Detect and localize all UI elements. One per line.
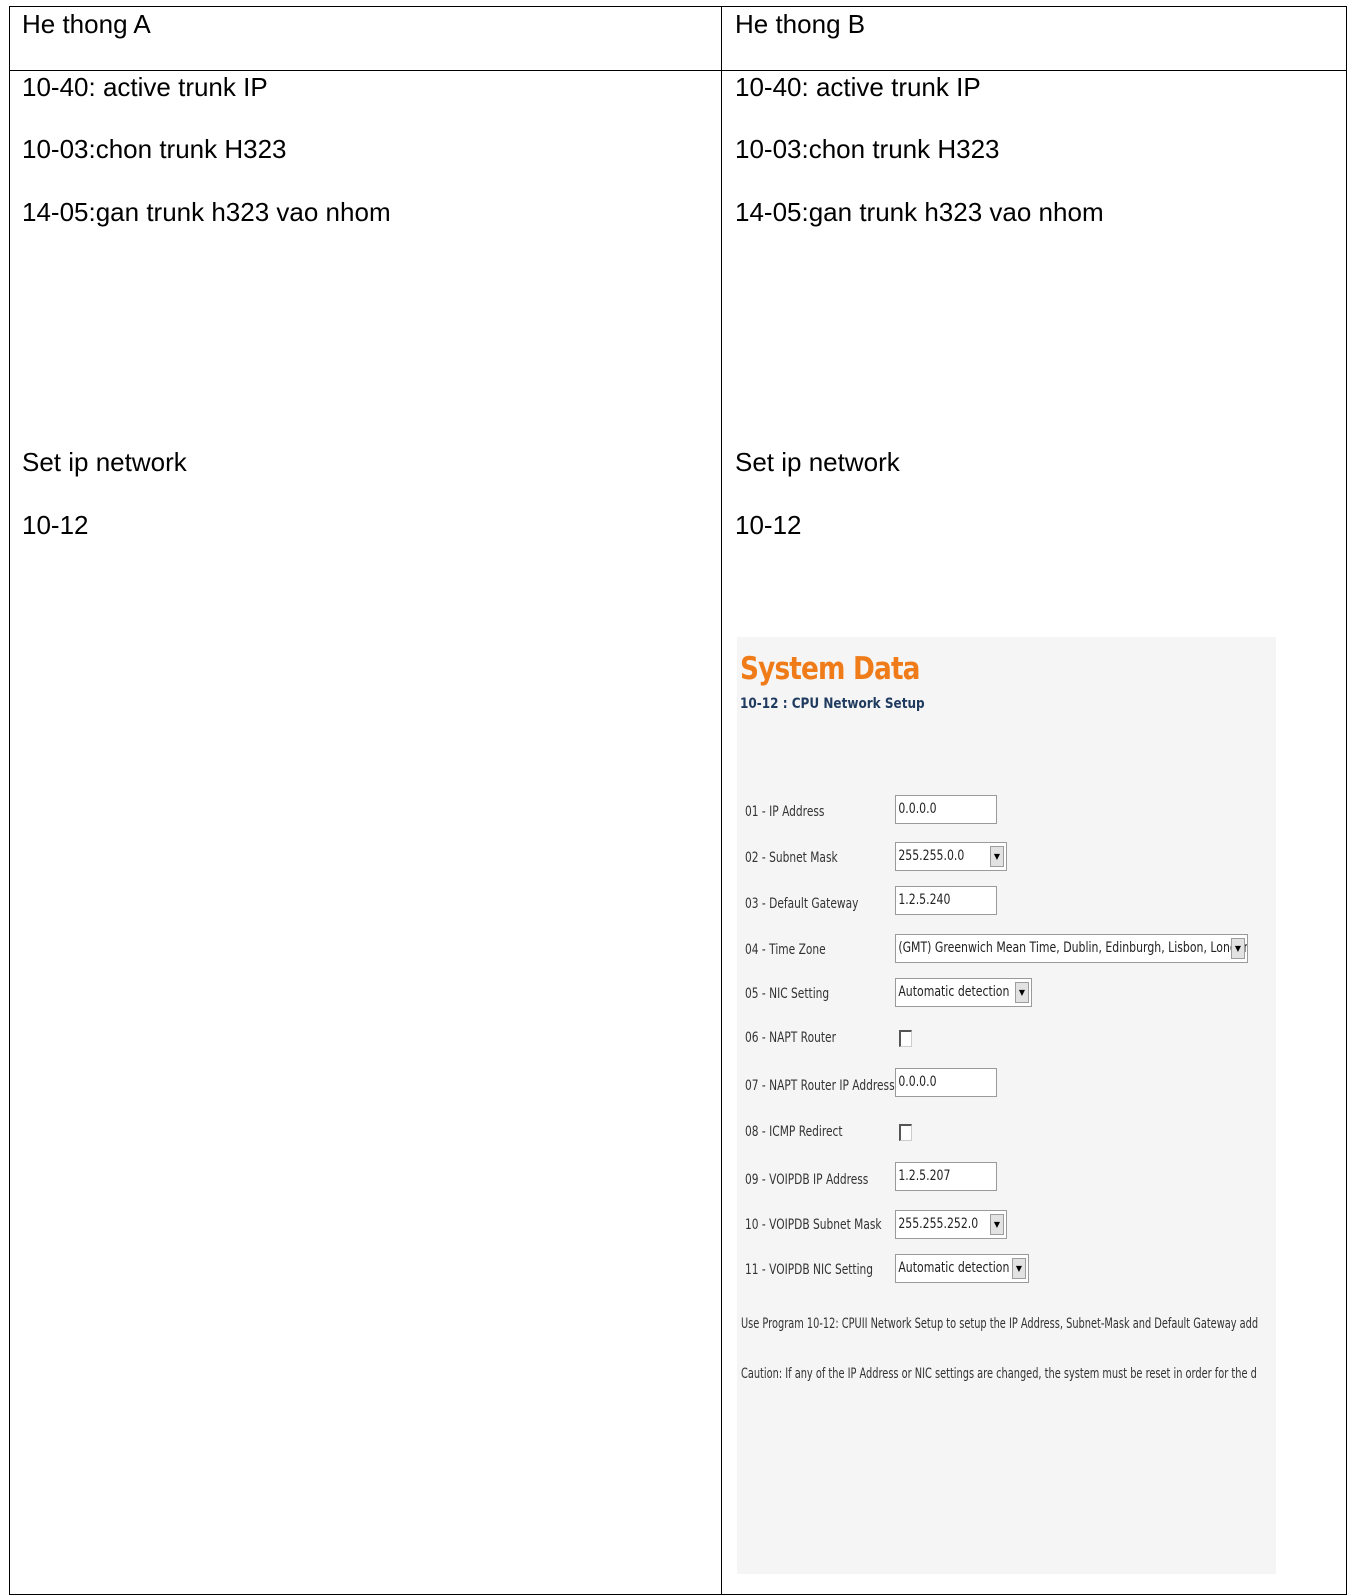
system-data-screenshot: System Data 10-12 : CPU Network Setup 01… bbox=[737, 637, 1276, 1574]
voipdb-ip-input[interactable]: 1.2.5.207 bbox=[895, 1162, 997, 1191]
time-zone-select[interactable]: (GMT) Greenwich Mean Time, Dublin, Edinb… bbox=[895, 934, 1248, 963]
column-b-program-code: 10-12 bbox=[735, 510, 802, 540]
column-b-line-1: 10-40: active trunk IP bbox=[735, 72, 981, 102]
chevron-down-icon: ▼ bbox=[990, 846, 1004, 867]
icmp-redirect-label: 08 - ICMP Redirect bbox=[745, 1124, 843, 1140]
column-a-network-label: Set ip network bbox=[22, 447, 187, 477]
subnet-mask-label: 02 - Subnet Mask bbox=[745, 850, 838, 866]
chevron-down-icon: ▼ bbox=[990, 1214, 1004, 1235]
header-divider bbox=[9, 70, 1347, 71]
column-a-line-3: 14-05:gan trunk h323 vao nhom bbox=[22, 197, 391, 227]
chevron-down-icon: ▼ bbox=[1231, 938, 1245, 959]
column-divider bbox=[721, 6, 722, 1595]
voipdb-subnet-label: 10 - VOIPDB Subnet Mask bbox=[745, 1217, 882, 1233]
nic-setting-select[interactable]: Automatic detection ▼ bbox=[895, 978, 1032, 1007]
column-a-program-code: 10-12 bbox=[22, 510, 89, 540]
nic-setting-label: 05 - NIC Setting bbox=[745, 986, 830, 1002]
setup-note: Use Program 10-12: CPUII Network Setup t… bbox=[741, 1316, 1259, 1332]
ip-address-label: 01 - IP Address bbox=[745, 804, 825, 820]
system-data-subtitle: 10-12 : CPU Network Setup bbox=[740, 696, 925, 712]
ip-address-input[interactable]: 0.0.0.0 bbox=[895, 795, 997, 824]
voipdb-ip-label: 09 - VOIPDB IP Address bbox=[745, 1172, 869, 1188]
time-zone-label: 04 - Time Zone bbox=[745, 942, 826, 958]
voipdb-subnet-select[interactable]: 255.255.252.0 ▼ bbox=[895, 1210, 1007, 1239]
column-b-line-3: 14-05:gan trunk h323 vao nhom bbox=[735, 197, 1104, 227]
system-data-title: System Data bbox=[740, 651, 920, 687]
napt-router-checkbox[interactable] bbox=[899, 1030, 912, 1047]
caution-note: Caution: If any of the IP Address or NIC… bbox=[741, 1366, 1257, 1382]
column-a-line-1: 10-40: active trunk IP bbox=[22, 72, 268, 102]
column-b-header: He thong B bbox=[735, 9, 866, 39]
napt-router-label: 06 - NAPT Router bbox=[745, 1030, 836, 1046]
chevron-down-icon: ▼ bbox=[1015, 982, 1029, 1003]
voipdb-nic-label: 11 - VOIPDB NIC Setting bbox=[745, 1262, 874, 1278]
column-a-line-2: 10-03:chon trunk H323 bbox=[22, 134, 287, 164]
napt-router-ip-label: 07 - NAPT Router IP Address bbox=[745, 1078, 895, 1094]
default-gateway-label: 03 - Default Gateway bbox=[745, 896, 859, 912]
default-gateway-input[interactable]: 1.2.5.240 bbox=[895, 886, 997, 915]
subnet-mask-select[interactable]: 255.255.0.0 ▼ bbox=[895, 842, 1007, 871]
chevron-down-icon: ▼ bbox=[1012, 1258, 1026, 1279]
napt-router-ip-input[interactable]: 0.0.0.0 bbox=[895, 1068, 997, 1097]
column-a-header: He thong A bbox=[22, 9, 151, 39]
column-b-network-label: Set ip network bbox=[735, 447, 900, 477]
voipdb-nic-select[interactable]: Automatic detection ▼ bbox=[895, 1254, 1029, 1283]
icmp-redirect-checkbox[interactable] bbox=[899, 1124, 912, 1141]
column-b-line-2: 10-03:chon trunk H323 bbox=[735, 134, 1000, 164]
